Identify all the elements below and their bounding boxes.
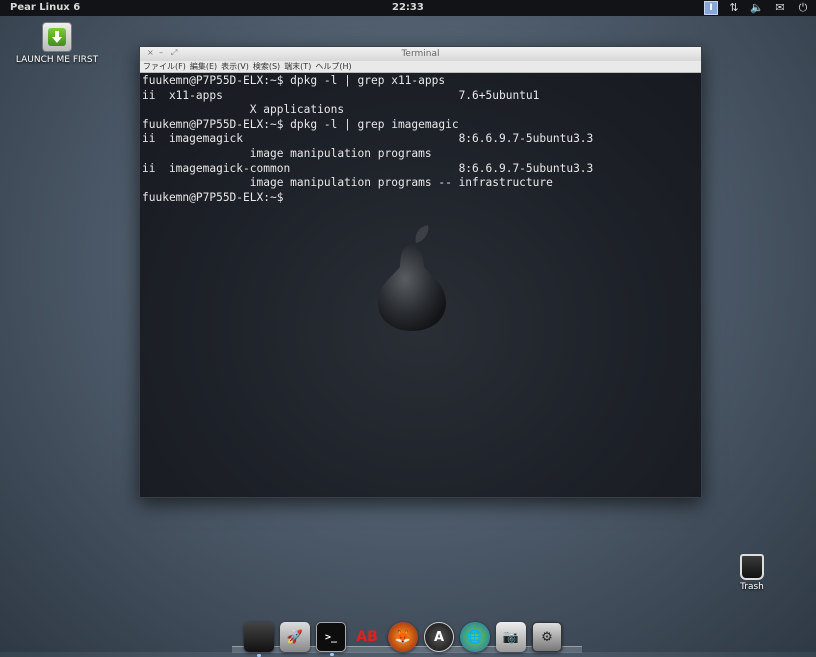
ime-icon[interactable]: I (704, 1, 718, 15)
desktop-icon[interactable] (244, 622, 274, 657)
terminal-line: fuukemn@P7P55D-ELX:~$ dpkg -l | grep x11… (142, 74, 446, 87)
system-tray: I ⇅ 🔈 ✉ ⏻ (704, 1, 810, 15)
terminal-prompt: fuukemn@P7P55D-ELX:~$ (142, 190, 284, 204)
terminal-menubar: ファイル(F) 編集(E) 表示(V) 検索(S) 端末(T) ヘルプ(H) (140, 61, 701, 73)
terminal-line: ii x11-apps 7.6+5ubuntu1 (142, 88, 540, 102)
trash-label: Trash (740, 582, 764, 592)
menu-terminal[interactable]: 端末(T) (284, 61, 311, 72)
rocket-icon[interactable]: 🚀 (280, 622, 310, 652)
font-icon[interactable]: AB (352, 622, 382, 652)
app-store-icon[interactable]: A (424, 622, 454, 652)
camera-icon[interactable]: 📷 (496, 622, 526, 652)
dock: 🚀 >_ AB 🦊 A 🌐 📷 ⚙ (244, 618, 562, 657)
trash-shortcut[interactable]: Trash (730, 554, 774, 592)
trash-icon (740, 554, 764, 580)
menu-search[interactable]: 検索(S) (253, 61, 280, 72)
menu-edit[interactable]: 編集(E) (190, 61, 217, 72)
running-indicator (330, 653, 334, 656)
terminal-line: ii imagemagick-common 8:6.6.9.7-5ubuntu3… (142, 161, 594, 175)
globe-icon[interactable]: 🌐 (460, 622, 490, 652)
terminal-line: image manipulation programs -- infrastru… (142, 176, 553, 190)
download-icon (42, 22, 72, 52)
menu-view[interactable]: 表示(V) (221, 61, 249, 72)
launch-me-first-shortcut[interactable]: LAUNCH ME FIRST (8, 22, 106, 65)
menu-help[interactable]: ヘルプ(H) (315, 61, 351, 72)
terminal-line: fuukemn@P7P55D-ELX:~$ dpkg -l | grep ima… (142, 117, 459, 131)
power-icon[interactable]: ⏻ (796, 1, 810, 15)
terminal-line: X applications (142, 103, 345, 117)
terminal-line: ii imagemagick 8:6.6.9.7-5ubuntu3.3 (142, 132, 594, 146)
terminal-window[interactable]: × – ⤢ Terminal ファイル(F) 編集(E) 表示(V) 検索(S)… (139, 46, 702, 498)
launcher-label: LAUNCH ME FIRST (15, 55, 99, 65)
menu-file[interactable]: ファイル(F) (143, 61, 186, 72)
terminal-icon[interactable]: >_ (316, 622, 346, 656)
terminal-line: image manipulation programs (142, 146, 432, 160)
volume-icon[interactable]: 🔈 (750, 1, 764, 15)
terminal-output-area[interactable]: fuukemn@P7P55D-ELX:~$ dpkg -l | grep x11… (140, 73, 701, 497)
top-panel: Pear Linux 6 22:33 I ⇅ 🔈 ✉ ⏻ (0, 0, 816, 16)
network-icon[interactable]: ⇅ (727, 1, 741, 15)
terminal-titlebar[interactable]: × – ⤢ Terminal (140, 47, 701, 61)
mail-icon[interactable]: ✉ (773, 1, 787, 15)
pear-logo-icon (378, 225, 446, 331)
terminal-text: fuukemn@P7P55D-ELX:~$ dpkg -l | grep x11… (142, 74, 593, 205)
clock[interactable]: 22:33 (392, 0, 424, 16)
window-title: Terminal (401, 49, 440, 59)
settings-icon[interactable]: ⚙ (532, 622, 562, 652)
distro-name[interactable]: Pear Linux 6 (10, 0, 80, 16)
firefox-icon[interactable]: 🦊 (388, 622, 418, 652)
